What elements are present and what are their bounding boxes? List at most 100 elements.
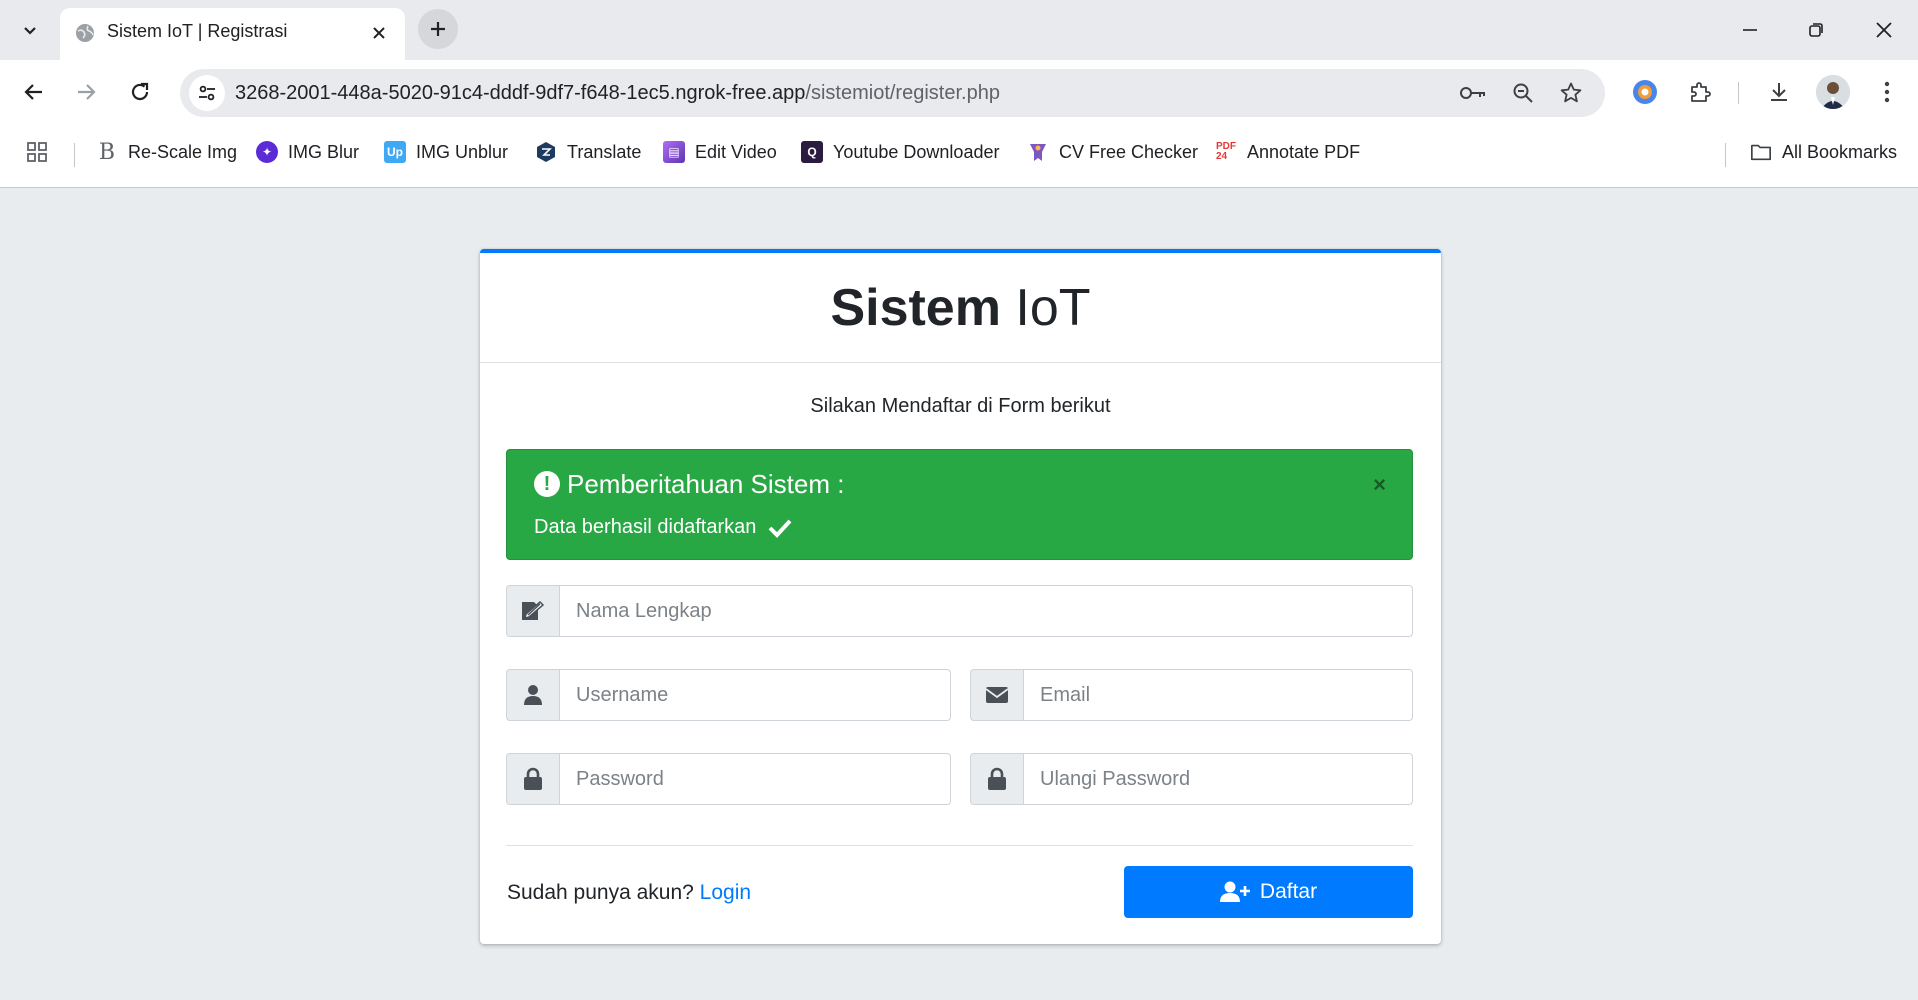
plus-icon [431, 22, 445, 36]
arrow-right-icon [78, 84, 96, 100]
repeat-password-input[interactable] [1023, 753, 1413, 805]
reload-icon [131, 82, 149, 101]
reload-button[interactable] [120, 72, 160, 112]
bookmark-translate[interactable]: Translate [535, 137, 641, 167]
bookmark-star-button[interactable] [1556, 78, 1586, 108]
alert-close-button[interactable]: × [1373, 472, 1386, 498]
site-info-button[interactable] [189, 75, 225, 111]
edit-video-icon: ▤ [663, 141, 685, 163]
globe-icon [76, 24, 94, 42]
profile-avatar[interactable] [1816, 75, 1850, 109]
tune-icon [199, 85, 215, 101]
login-prompt-text: Sudah punya akun? [507, 881, 694, 904]
form-divider [506, 845, 1413, 846]
success-alert: ! Pemberitahuan Sistem : Data berhasil d… [506, 449, 1413, 560]
email-group [970, 669, 1413, 721]
address-bar[interactable]: 3268-2001-448a-5020-91c4-dddf-9df7-f648-… [180, 69, 1605, 117]
arrow-left-icon [24, 84, 42, 100]
downloads-button[interactable] [1759, 72, 1799, 112]
chevron-down-icon [24, 27, 36, 35]
register-box-message: Silakan Mendaftar di Form berikut [810, 395, 1111, 417]
user-plus-icon [1219, 881, 1250, 902]
apps-grid-icon [27, 142, 47, 162]
check-icon [768, 519, 792, 538]
bookmark-img-unblur[interactable]: Up IMG Unblur [384, 137, 508, 167]
repeat-password-group [970, 753, 1413, 805]
repeat-password-addon [970, 753, 1023, 805]
all-bookmarks-button[interactable]: All Bookmarks [1750, 137, 1897, 167]
restore-button[interactable] [1796, 12, 1836, 48]
password-group [506, 753, 951, 805]
rescale-icon: B [98, 139, 116, 165]
extension-logo-icon [1633, 80, 1657, 104]
restore-icon [1809, 23, 1823, 37]
lock-icon [988, 767, 1006, 790]
tab-title: Sistem IoT | Registrasi [107, 21, 288, 41]
zoom-out-icon [1513, 83, 1533, 103]
brand-light: IoT [1015, 278, 1091, 337]
tab-search-button[interactable] [12, 12, 48, 48]
register-button[interactable]: Daftar [1124, 866, 1413, 918]
username-input[interactable] [559, 669, 951, 721]
username-group [506, 669, 951, 721]
email-input[interactable] [1023, 669, 1413, 721]
img-unblur-icon: Up [384, 141, 406, 163]
login-prompt: Sudah punya akun? Login [507, 881, 751, 905]
password-key-button[interactable] [1458, 78, 1488, 108]
brand-title[interactable]: Sistem IoT [830, 278, 1090, 338]
kebab-menu-icon [1884, 81, 1890, 103]
user-icon [524, 685, 542, 705]
password-input[interactable] [559, 753, 951, 805]
edit-document-icon [522, 600, 545, 620]
new-tab-button[interactable] [418, 9, 458, 49]
browser-menu-button[interactable] [1867, 72, 1907, 112]
cv-checker-icon [1027, 141, 1049, 163]
pdf-icon: PDF 24 [1216, 141, 1236, 162]
url-text: 3268-2001-448a-5020-91c4-dddf-9df7-f648-… [235, 82, 1000, 104]
minimize-button[interactable] [1730, 12, 1770, 48]
brand-bold: Sistem [830, 278, 1001, 337]
download-icon [1771, 83, 1787, 101]
img-blur-icon: ✦ [256, 141, 278, 163]
extension-button[interactable] [1625, 72, 1665, 112]
star-icon [1560, 82, 1582, 103]
bookmark-edit-video[interactable]: ▤ Edit Video [663, 137, 777, 167]
tab-close-button[interactable] [367, 21, 391, 45]
fullname-group [506, 585, 1413, 637]
bookmark-img-blur[interactable]: ✦ IMG Blur [256, 137, 359, 167]
fullname-input[interactable] [559, 585, 1413, 637]
folder-icon [1750, 141, 1772, 163]
profile-photo-icon [1816, 75, 1850, 109]
fullname-addon [506, 585, 559, 637]
browser-tab-active[interactable]: Sistem IoT | Registrasi [60, 8, 405, 60]
bookmark-cv-free-checker[interactable]: CV Free Checker [1027, 137, 1198, 167]
bookmark-rescale-img[interactable]: B Re-Scale Img [96, 137, 237, 167]
exclamation-circle-icon: ! [534, 471, 560, 497]
card-header: Sistem IoT [480, 253, 1441, 363]
close-icon [1876, 22, 1892, 38]
bookmarks-bar: B Re-Scale Img ✦ IMG Blur Up IMG Unblur Tra… [0, 129, 1918, 173]
key-icon [1460, 87, 1485, 99]
tab-strip: Sistem IoT | Registrasi [0, 0, 1918, 60]
lock-icon [524, 767, 542, 790]
forward-button[interactable] [66, 72, 106, 112]
close-window-button[interactable] [1864, 12, 1904, 48]
bookmark-youtube-downloader[interactable]: Q Youtube Downloader [801, 137, 999, 167]
youtube-downloader-icon: Q [801, 141, 823, 163]
close-icon [373, 27, 385, 39]
login-link[interactable]: Login [700, 881, 751, 904]
back-button[interactable] [14, 72, 54, 112]
browser-toolbar: 3268-2001-448a-5020-91c4-dddf-9df7-f648-… [0, 60, 1918, 188]
translate-icon [535, 141, 557, 163]
alert-title: Pemberitahuan Sistem : [567, 469, 845, 499]
register-button-label: Daftar [1259, 880, 1318, 903]
bookmark-annotate-pdf[interactable]: PDF 24 Annotate PDF [1215, 137, 1360, 167]
extensions-menu-button[interactable] [1680, 72, 1720, 112]
zoom-button[interactable] [1508, 78, 1538, 108]
apps-button[interactable] [26, 137, 48, 167]
email-addon [970, 669, 1023, 721]
minimize-icon [1743, 29, 1757, 31]
puzzle-icon [1691, 82, 1711, 102]
password-addon [506, 753, 559, 805]
register-card: Sistem IoT Silakan Mendaftar di Form ber… [480, 249, 1441, 944]
